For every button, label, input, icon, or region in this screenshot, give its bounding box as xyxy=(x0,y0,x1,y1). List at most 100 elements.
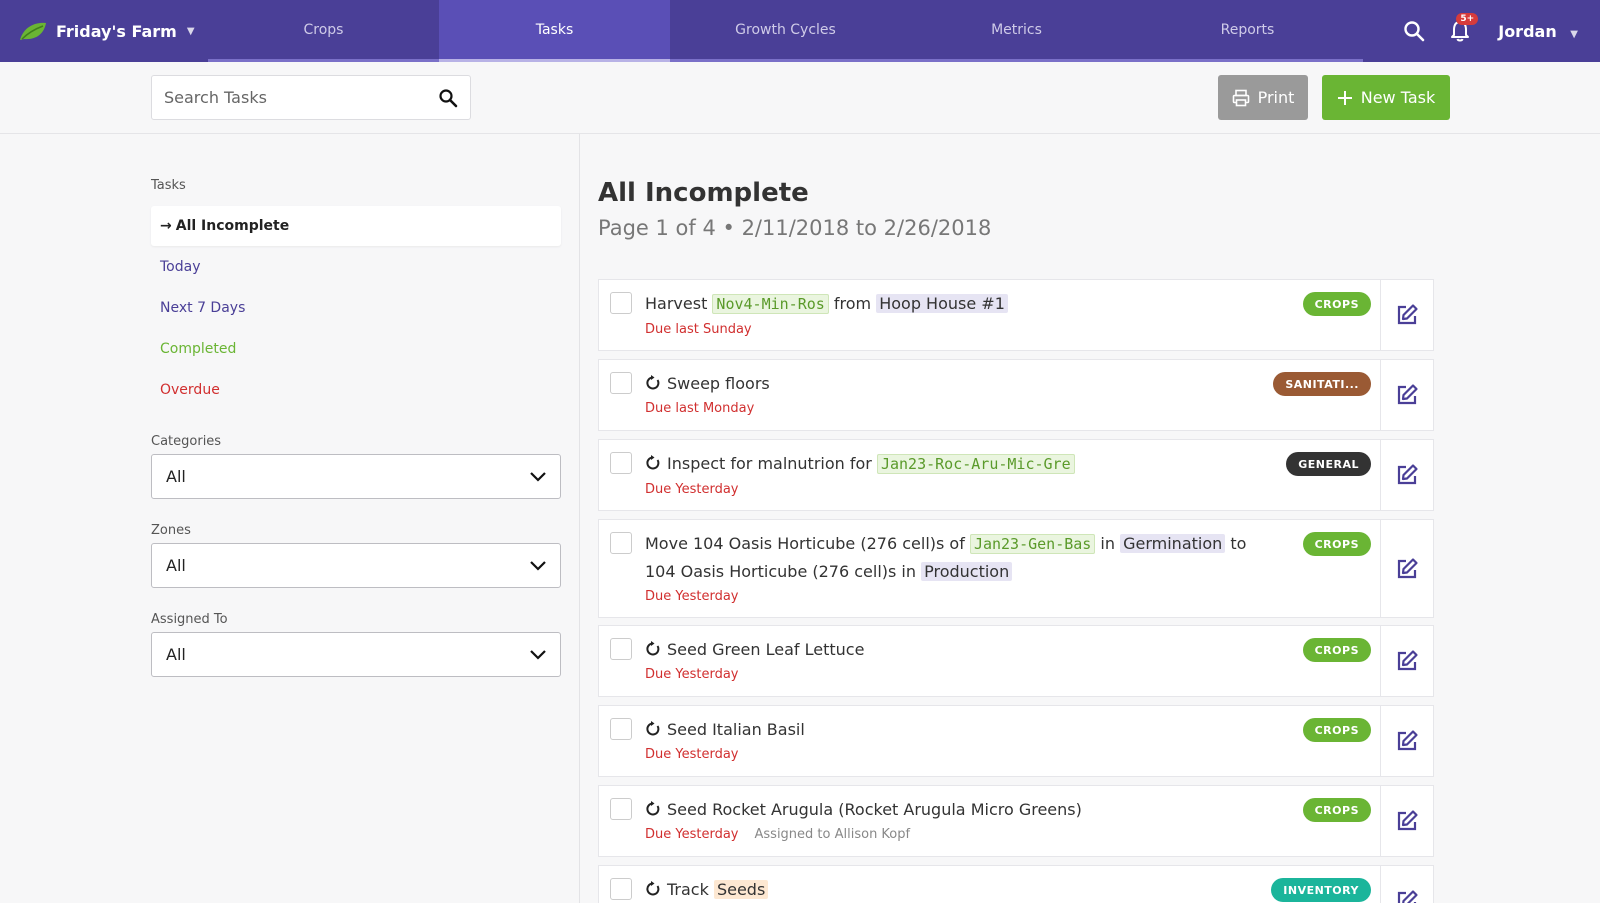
edit-task-button[interactable] xyxy=(1380,280,1433,350)
task-body[interactable]: Harvest Nov4-Min-Ros from Hoop House #1 D… xyxy=(599,280,1380,350)
crop-batch-chip[interactable]: Jan23-Roc-Aru-Mic-Gre xyxy=(876,454,1075,474)
zones-value: All xyxy=(166,556,186,575)
due-date: Due Yesterday xyxy=(645,589,739,604)
tab-growth-cycles[interactable]: Growth Cycles xyxy=(670,0,901,62)
assigned-to-label: Assigned To xyxy=(151,612,228,627)
tab-tasks[interactable]: Tasks xyxy=(439,0,670,62)
task-checkbox[interactable] xyxy=(610,718,632,740)
task-title: Harvest Nov4-Min-Ros from Hoop House #1 xyxy=(645,290,1380,318)
task-checkbox[interactable] xyxy=(610,292,632,314)
category-badge: CROPS xyxy=(1302,718,1371,742)
task-text: Sweep floors xyxy=(667,374,770,393)
edit-icon xyxy=(1397,810,1418,831)
task-title: Seed Italian Basil xyxy=(645,716,1380,743)
category-badge: CROPS xyxy=(1302,638,1371,662)
zone-chip[interactable]: Germination xyxy=(1120,534,1226,553)
task-row: Track Seeds INVENTORY xyxy=(598,865,1434,903)
edit-task-button[interactable] xyxy=(1380,786,1433,856)
category-badge: CROPS xyxy=(1302,532,1371,556)
task-checkbox[interactable] xyxy=(610,452,632,474)
page-title: All Incomplete xyxy=(598,178,809,208)
edit-task-button[interactable] xyxy=(1380,866,1433,903)
category-badge: CROPS xyxy=(1302,798,1371,822)
crop-batch-chip[interactable]: Nov4-Min-Ros xyxy=(712,294,829,314)
assignee: Assigned to Allison Kopf xyxy=(754,827,911,842)
leaf-logo-icon xyxy=(20,22,46,40)
user-menu[interactable]: Jordan ▼ xyxy=(1498,22,1578,41)
zone-chip[interactable]: Production xyxy=(921,562,1013,581)
task-meta: Due Yesterday xyxy=(645,589,1380,604)
category-badge: GENERAL xyxy=(1286,452,1371,476)
due-date: Due Yesterday xyxy=(645,482,739,497)
search-icon[interactable] xyxy=(438,88,458,108)
task-meta: Due Yesterday xyxy=(645,667,1380,682)
farm-name: Friday's Farm xyxy=(56,21,177,41)
filter-next-7-days[interactable]: Next 7 Days xyxy=(151,288,561,328)
task-body[interactable]: Sweep floors Due last Monday SANITATI... xyxy=(599,360,1380,430)
task-text: Inspect for malnutrion for xyxy=(667,454,877,473)
edit-task-button[interactable] xyxy=(1380,360,1433,430)
print-label: Print xyxy=(1257,88,1295,107)
task-body[interactable]: Seed Green Leaf Lettuce Due Yesterday CROP… xyxy=(599,626,1380,696)
categories-value: All xyxy=(166,467,186,486)
edit-task-button[interactable] xyxy=(1380,440,1433,510)
tab-metrics[interactable]: Metrics xyxy=(901,0,1132,62)
task-title: Move 104 Oasis Horticube (276 cell)s of … xyxy=(645,530,1380,585)
notification-count-badge: 5+ xyxy=(1456,13,1479,25)
tab-crops[interactable]: Crops xyxy=(208,0,439,62)
filter-completed[interactable]: Completed xyxy=(151,329,561,369)
task-checkbox[interactable] xyxy=(610,798,632,820)
task-checkbox[interactable] xyxy=(610,878,632,900)
task-checkbox[interactable] xyxy=(610,532,632,554)
edit-task-button[interactable] xyxy=(1380,706,1433,776)
farm-switcher[interactable]: Friday's Farm ▼ xyxy=(0,0,208,62)
notifications-button[interactable]: 5+ xyxy=(1440,11,1480,51)
task-text: Track xyxy=(667,880,714,899)
filter-today[interactable]: Today xyxy=(151,247,561,287)
search-input[interactable] xyxy=(164,88,438,107)
repeat-icon xyxy=(646,721,660,736)
category-badge: INVENTORY xyxy=(1271,878,1371,902)
task-checkbox[interactable] xyxy=(610,372,632,394)
task-row: Seed Green Leaf Lettuce Due Yesterday CROP… xyxy=(598,625,1434,697)
task-title: Track Seeds xyxy=(645,876,1380,903)
categories-label: Categories xyxy=(151,434,222,449)
user-name: Jordan xyxy=(1498,21,1557,41)
global-search-button[interactable] xyxy=(1394,11,1434,51)
main-tabs: Crops Tasks Growth Cycles Metrics Report… xyxy=(208,0,1363,62)
task-body[interactable]: Seed Rocket Arugula (Rocket Arugula Micr… xyxy=(599,786,1380,856)
task-text: from xyxy=(828,294,877,313)
inventory-chip[interactable]: Seeds xyxy=(713,880,769,899)
print-button[interactable]: Print xyxy=(1218,75,1308,120)
filter-label: All Incomplete xyxy=(175,218,290,234)
task-body[interactable]: Inspect for malnutrion for Jan23-Roc-Aru… xyxy=(599,440,1380,510)
due-date: Due Yesterday xyxy=(645,827,739,842)
filter-all-incomplete[interactable]: → All Incomplete xyxy=(151,206,561,246)
edit-task-button[interactable] xyxy=(1380,626,1433,696)
zone-chip[interactable]: Hoop House #1 xyxy=(876,294,1008,313)
edit-icon xyxy=(1397,557,1418,578)
edit-icon xyxy=(1397,890,1418,903)
new-task-label: New Task xyxy=(1360,88,1436,107)
task-checkbox[interactable] xyxy=(610,638,632,660)
task-title: Inspect for malnutrion for Jan23-Roc-Aru… xyxy=(645,450,1380,478)
assigned-to-select[interactable]: All xyxy=(151,632,561,677)
due-date: Due Yesterday xyxy=(645,747,739,762)
task-row: Inspect for malnutrion for Jan23-Roc-Aru… xyxy=(598,439,1434,511)
due-date: Due Yesterday xyxy=(645,667,739,682)
repeat-icon xyxy=(646,641,660,656)
nav-actions: 5+ Jordan ▼ xyxy=(1363,0,1600,62)
new-task-button[interactable]: New Task xyxy=(1322,75,1450,120)
task-body[interactable]: Move 104 Oasis Horticube (276 cell)s of … xyxy=(599,520,1380,617)
chevron-down-icon xyxy=(530,649,546,660)
task-body[interactable]: Track Seeds INVENTORY xyxy=(599,866,1380,903)
filter-overdue[interactable]: Overdue xyxy=(151,370,561,410)
task-body[interactable]: Seed Italian Basil Due Yesterday CROPS xyxy=(599,706,1380,776)
task-meta: Due last Monday xyxy=(645,401,1380,416)
edit-icon xyxy=(1397,650,1418,671)
categories-select[interactable]: All xyxy=(151,454,561,499)
zones-select[interactable]: All xyxy=(151,543,561,588)
edit-task-button[interactable] xyxy=(1380,520,1433,617)
tab-reports[interactable]: Reports xyxy=(1132,0,1363,62)
crop-batch-chip[interactable]: Jan23-Gen-Bas xyxy=(969,534,1096,554)
